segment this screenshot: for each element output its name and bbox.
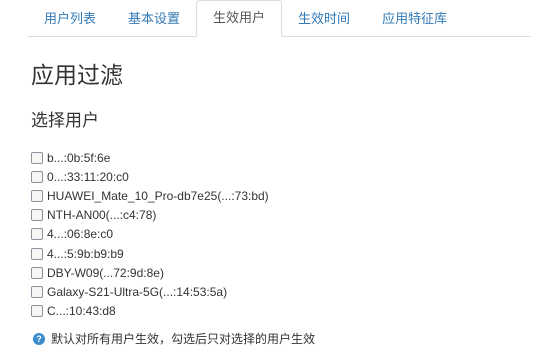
help-hint: ? 默认对所有用户生效，勾选后只对选择的用户生效 xyxy=(33,330,315,347)
tab-effective-time[interactable]: 生效时间 xyxy=(282,1,366,36)
user-checkbox[interactable] xyxy=(31,189,43,202)
list-item[interactable]: 0...:33:11:20:c0 xyxy=(31,167,269,186)
user-label: NTH-AN00(...:c4:78) xyxy=(47,208,157,223)
user-label: 4...:5:9b:b9:b9 xyxy=(47,246,124,261)
user-checkbox[interactable] xyxy=(31,266,43,279)
list-item[interactable]: NTH-AN00(...:c4:78) xyxy=(31,206,269,225)
list-item[interactable]: C...:10:43:d8 xyxy=(31,302,269,321)
user-checkbox[interactable] xyxy=(31,151,43,164)
list-item[interactable]: HUAWEI_Mate_10_Pro-db7e25(...:73:bd) xyxy=(31,186,269,205)
user-label: 0...:33:11:20:c0 xyxy=(47,169,129,184)
list-item[interactable]: 4...:06:8e:c0 xyxy=(31,225,269,244)
section-title: 选择用户 xyxy=(31,111,99,130)
user-label: Galaxy-S21-Ultra-5G(...:14:53:5a) xyxy=(47,284,228,299)
list-item[interactable]: 4...:5:9b:b9:b9 xyxy=(31,244,269,263)
user-checkbox[interactable] xyxy=(31,247,43,260)
help-icon: ? xyxy=(33,332,45,345)
list-item[interactable]: DBY-W09(...72:9d:8e) xyxy=(31,263,269,282)
list-item[interactable]: b...:0b:5f:6e xyxy=(31,148,269,167)
user-label: HUAWEI_Mate_10_Pro-db7e25(...:73:bd) xyxy=(47,188,269,203)
user-checkbox[interactable] xyxy=(31,209,43,222)
tab-effective-users[interactable]: 生效用户 xyxy=(196,0,283,37)
tab-bar: 用户列表 基本设置 生效用户 生效时间 应用特征库 xyxy=(28,0,531,37)
user-label: DBY-W09(...72:9d:8e) xyxy=(47,265,164,280)
user-checkbox[interactable] xyxy=(31,285,43,298)
help-text: 默认对所有用户生效，勾选后只对选择的用户生效 xyxy=(51,332,316,346)
tab-user-list[interactable]: 用户列表 xyxy=(28,1,112,36)
tab-app-signature-library[interactable]: 应用特征库 xyxy=(366,1,463,36)
list-item[interactable]: Galaxy-S21-Ultra-5G(...:14:53:5a) xyxy=(31,282,269,301)
user-list: b...:0b:5f:6e 0...:33:11:20:c0 HUAWEI_Ma… xyxy=(31,148,269,321)
user-label: b...:0b:5f:6e xyxy=(47,150,111,165)
user-checkbox[interactable] xyxy=(31,305,43,318)
user-checkbox[interactable] xyxy=(31,228,43,241)
page-title: 应用过滤 xyxy=(31,62,123,88)
user-label: C...:10:43:d8 xyxy=(47,304,116,319)
user-label: 4...:06:8e:c0 xyxy=(47,227,114,242)
tab-basic-settings[interactable]: 基本设置 xyxy=(112,1,196,36)
user-checkbox[interactable] xyxy=(31,170,43,183)
